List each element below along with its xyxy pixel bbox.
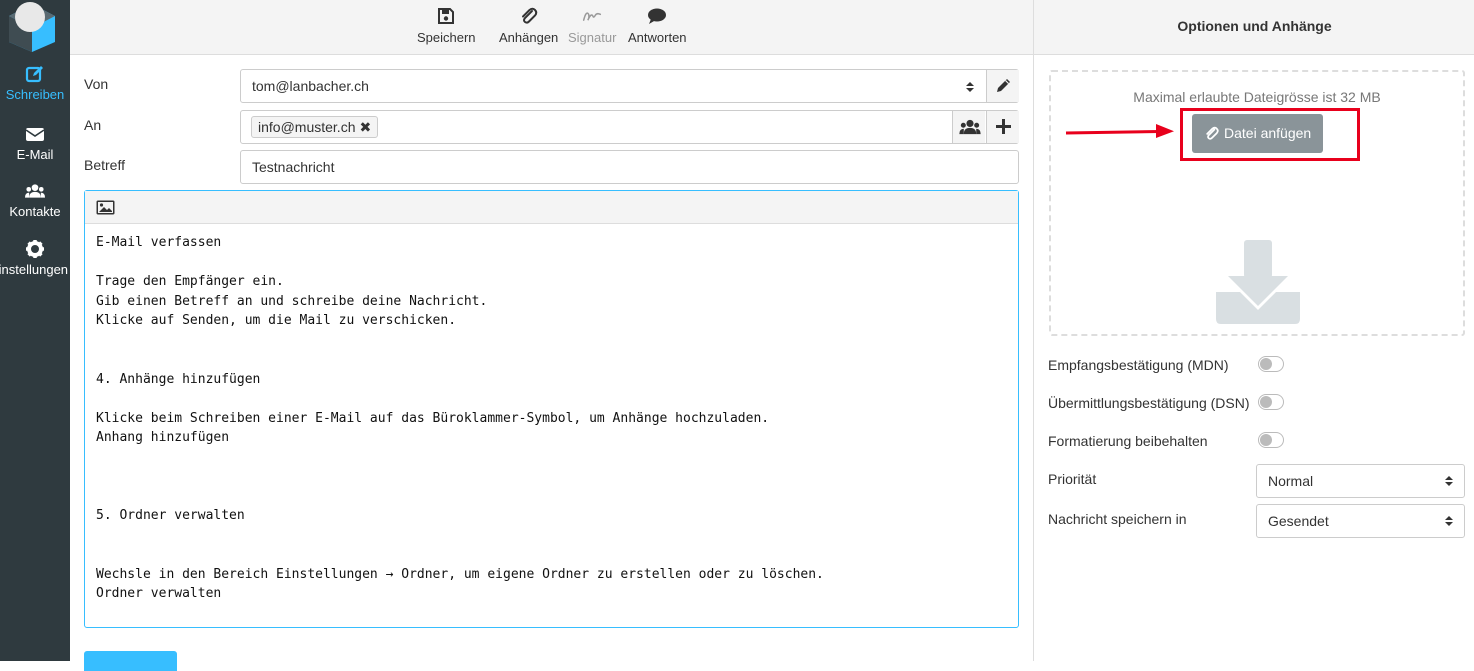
signature-button[interactable]: Signatur (568, 6, 616, 45)
from-label: Von (84, 76, 109, 92)
save-label: Speichern (417, 30, 476, 45)
subject-label: Betreff (84, 157, 125, 173)
mdn-toggle[interactable] (1258, 356, 1284, 372)
sidebar-title: Optionen und Anhänge (1177, 18, 1332, 34)
max-file-size-text: Maximal erlaubte Dateigrösse ist 32 MB (1133, 89, 1381, 105)
toggle-knob (1260, 434, 1272, 446)
from-value: tom@lanbacher.ch (252, 78, 369, 94)
priority-select[interactable]: Normal (1256, 464, 1465, 498)
save-in-select[interactable]: Gesendet (1256, 504, 1465, 538)
users-icon (25, 184, 45, 198)
options-sidebar: Optionen und Anhänge Maximal erlaubte Da… (1033, 0, 1474, 661)
download-icon (1216, 240, 1300, 324)
edit-icon (25, 66, 43, 83)
message-editor[interactable]: E-Mail verfassen Trage den Empfänger ein… (84, 190, 1019, 628)
nav-item-label: E-Mail (16, 147, 54, 162)
nav-item-label: Schreiben (5, 87, 65, 102)
address-book-button[interactable] (952, 111, 985, 143)
send-button[interactable] (84, 651, 177, 671)
add-recipient-button[interactable] (986, 111, 1019, 143)
recipient-chip[interactable]: info@muster.ch ✖ (251, 116, 379, 138)
save-button[interactable]: Speichern (417, 6, 476, 45)
compose-toolbar: Speichern Anhängen Signatur Antworten (70, 0, 1033, 55)
nav-item-compose[interactable]: Schreiben (0, 64, 70, 102)
app-logo (6, 0, 58, 54)
nav-item-contacts[interactable]: Kontakte (0, 181, 70, 219)
nav-item-settings[interactable]: Einstellungen (0, 239, 70, 277)
toggle-knob (1260, 358, 1272, 370)
pencil-icon (997, 79, 1010, 92)
priority-value: Normal (1268, 473, 1314, 489)
sort-caret-icon (966, 82, 974, 92)
remove-recipient-icon[interactable]: ✖ (359, 119, 371, 135)
mdn-label: Empfangsbestätigung (MDN) (1048, 357, 1229, 373)
paperclip-icon (521, 7, 537, 24)
nav-item-label: Kontakte (9, 204, 61, 219)
signature-label: Signatur (568, 30, 617, 45)
edit-identity-button[interactable] (986, 70, 1019, 102)
to-field[interactable]: info@muster.ch ✖ (240, 110, 1019, 144)
nav-item-mail[interactable]: E-Mail (0, 124, 70, 162)
dsn-toggle[interactable] (1258, 394, 1284, 410)
attach-label: Anhängen (499, 30, 559, 45)
save-in-label: Nachricht speichern in (1048, 511, 1187, 527)
plus-icon (996, 119, 1011, 134)
keep-formatting-toggle[interactable] (1258, 432, 1284, 448)
highlight-box (1180, 108, 1360, 161)
reply-label: Antworten (628, 30, 687, 45)
reply-button[interactable]: Antworten (628, 6, 687, 45)
users-icon (959, 119, 981, 135)
recipient-email: info@muster.ch (258, 119, 356, 135)
editor-toolbar (85, 191, 1018, 224)
keep-formatting-label: Formatierung beibehalten (1048, 433, 1208, 449)
arrow-right-icon (1065, 124, 1174, 138)
image-icon[interactable] (96, 200, 115, 215)
dsn-label: Übermittlungsbestätigung (DSN) (1048, 395, 1250, 411)
priority-label: Priorität (1048, 471, 1097, 487)
nav-item-label: Einstellungen (0, 262, 69, 277)
toggle-knob (1260, 396, 1272, 408)
subject-input[interactable]: Testnachricht (240, 150, 1019, 184)
main-navigation: Schreiben E-Mail Kontakte instellungen (0, 0, 70, 661)
save-in-value: Gesendet (1268, 513, 1329, 529)
message-body[interactable]: E-Mail verfassen Trage den Empfänger ein… (96, 233, 824, 604)
subject-value: Testnachricht (252, 159, 335, 175)
floppy-disk-icon (438, 8, 455, 24)
sort-caret-icon (1445, 476, 1453, 486)
to-label: An (84, 117, 102, 133)
attach-button[interactable]: Anhängen (499, 6, 558, 45)
sidebar-header: Optionen und Anhänge (1034, 0, 1474, 55)
sort-caret-icon (1445, 516, 1453, 526)
gear-icon (26, 240, 44, 258)
speech-bubble-icon (648, 8, 667, 24)
from-select[interactable]: tom@lanbacher.ch (240, 69, 1019, 103)
envelope-icon (25, 128, 45, 141)
signature-icon (583, 12, 602, 21)
